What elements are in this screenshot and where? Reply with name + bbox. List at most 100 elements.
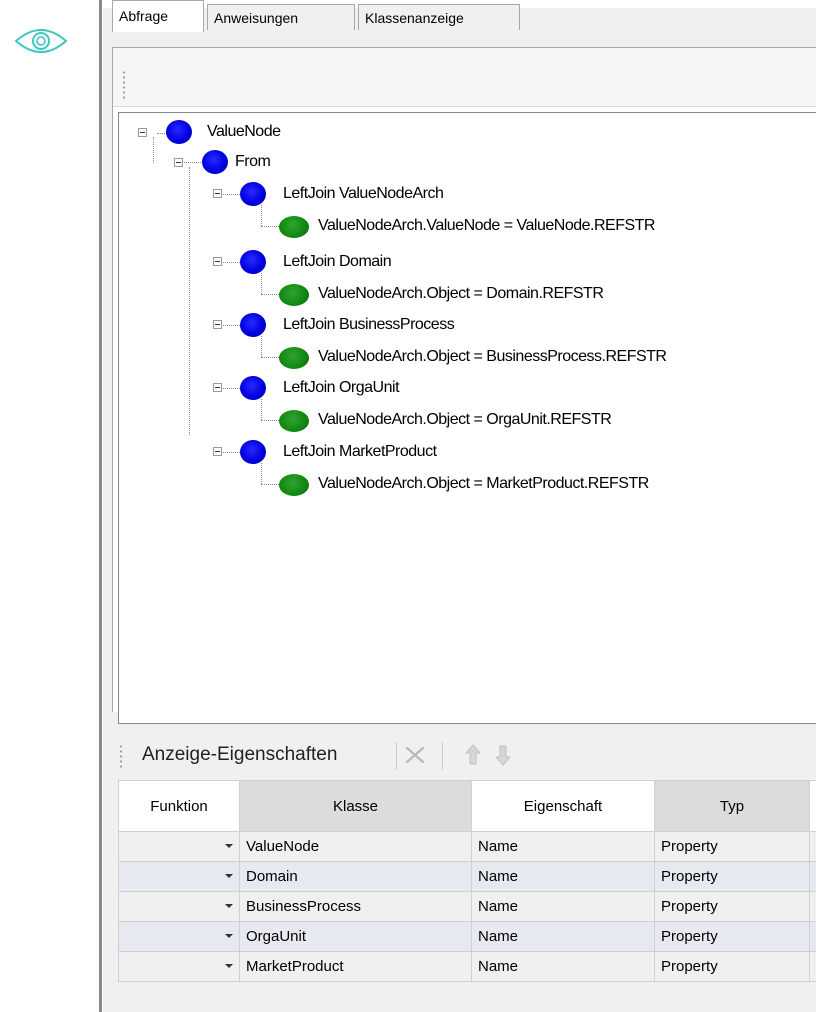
node-icon-blue [240, 313, 266, 337]
cell-klasse[interactable]: MarketProduct [239, 951, 472, 982]
cell-filler [809, 891, 816, 922]
cell-filler [809, 861, 816, 892]
funktion-dropdown[interactable] [118, 861, 240, 892]
cell-typ[interactable]: Property [654, 951, 810, 982]
cell-typ[interactable]: Property [654, 891, 810, 922]
cell-filler [809, 951, 816, 982]
dropdown-arrow-icon[interactable] [225, 904, 233, 908]
tree-line [261, 294, 279, 296]
tree-node-join[interactable]: LeftJoin Domain [283, 250, 392, 274]
node-icon-blue [240, 250, 266, 274]
table-row[interactable]: BusinessProcess Name Property [118, 891, 816, 922]
cell-klasse[interactable]: BusinessProcess [239, 891, 472, 922]
tree-line [261, 463, 263, 484]
tree-node-condition[interactable]: ValueNodeArch.Object = BusinessProcess.R… [318, 345, 667, 369]
tab-abfrage[interactable]: Abfrage [112, 0, 204, 32]
cell-typ[interactable]: Property [654, 921, 810, 952]
node-icon-green [279, 216, 309, 238]
toolbar-grip[interactable] [123, 70, 125, 100]
cell-klasse[interactable]: OrgaUnit [239, 921, 472, 952]
node-icon-blue [166, 120, 192, 144]
cell-filler [809, 831, 816, 862]
tree-line [261, 205, 263, 226]
tree-node-root[interactable]: ValueNode [207, 120, 281, 144]
delete-icon[interactable] [400, 740, 430, 770]
collapse-toggle[interactable] [213, 320, 222, 329]
tree-node-condition[interactable]: ValueNodeArch.ValueNode = ValueNode.REFS… [318, 214, 655, 238]
splitter[interactable] [112, 724, 816, 732]
tree-line [261, 420, 279, 422]
cell-eigenschaft[interactable]: Name [471, 921, 655, 952]
collapse-toggle[interactable] [213, 447, 222, 456]
collapse-toggle[interactable] [213, 257, 222, 266]
tree-line [261, 399, 263, 420]
tree-line [261, 273, 263, 294]
column-header-filler [809, 780, 816, 832]
funktion-dropdown[interactable] [118, 831, 240, 862]
node-icon-green [279, 410, 309, 432]
cell-filler [809, 921, 816, 952]
move-up-icon[interactable] [458, 740, 488, 770]
tree-node-join[interactable]: LeftJoin BusinessProcess [283, 313, 455, 337]
table-row[interactable]: MarketProduct Name Property [118, 951, 816, 982]
tree-node-join[interactable]: LeftJoin ValueNodeArch [283, 182, 444, 206]
tab-klassenanzeige[interactable]: Klassenanzeige [358, 4, 520, 30]
move-down-icon[interactable] [488, 740, 518, 770]
dropdown-arrow-icon[interactable] [225, 844, 233, 848]
toolbar-separator [442, 742, 443, 770]
node-icon-blue [202, 150, 228, 174]
properties-grid: Funktion Klasse Eigenschaft Typ ValueNod… [118, 780, 816, 982]
column-header-klasse[interactable]: Klasse [239, 780, 472, 832]
toolbar-separator [396, 742, 397, 770]
tab-anweisungen[interactable]: Anweisungen [207, 4, 355, 30]
eye-icon[interactable] [12, 22, 70, 60]
node-icon-green [279, 474, 309, 496]
cell-typ[interactable]: Property [654, 831, 810, 862]
node-icon-blue [240, 440, 266, 464]
column-header-typ[interactable]: Typ [654, 780, 810, 832]
table-row[interactable]: ValueNode Name Property [118, 831, 816, 862]
tree-line [261, 484, 279, 486]
collapse-toggle[interactable] [138, 128, 147, 137]
funktion-dropdown[interactable] [118, 951, 240, 982]
funktion-dropdown[interactable] [118, 921, 240, 952]
collapse-toggle[interactable] [174, 158, 183, 167]
cell-eigenschaft[interactable]: Name [471, 831, 655, 862]
node-icon-green [279, 284, 309, 306]
column-header-eigenschaft[interactable]: Eigenschaft [471, 780, 655, 832]
query-tree[interactable]: ValueNode From LeftJoin ValueNodeArch Va… [118, 112, 816, 724]
column-header-funktion[interactable]: Funktion [118, 780, 240, 832]
collapse-toggle[interactable] [213, 383, 222, 392]
tree-line [153, 137, 155, 163]
toolbar-grip[interactable] [120, 744, 122, 768]
funktion-dropdown[interactable] [118, 891, 240, 922]
tree-node-condition[interactable]: ValueNodeArch.Object = Domain.REFSTR [318, 282, 604, 306]
dropdown-arrow-icon[interactable] [225, 874, 233, 878]
table-row[interactable]: OrgaUnit Name Property [118, 921, 816, 952]
dropdown-arrow-icon[interactable] [225, 964, 233, 968]
tree-node-join[interactable]: LeftJoin OrgaUnit [283, 376, 400, 400]
tree-line [261, 357, 279, 359]
query-toolbar [113, 48, 816, 107]
collapse-toggle[interactable] [213, 189, 222, 198]
dropdown-arrow-icon[interactable] [225, 934, 233, 938]
table-row[interactable]: Domain Name Property [118, 861, 816, 892]
node-icon-blue [240, 182, 266, 206]
tree-line [261, 226, 279, 228]
window-border [99, 0, 102, 1012]
tree-node-join[interactable]: LeftJoin MarketProduct [283, 440, 437, 464]
cell-klasse[interactable]: ValueNode [239, 831, 472, 862]
tree-line [261, 336, 263, 357]
cell-eigenschaft[interactable]: Name [471, 861, 655, 892]
grid-header-row: Funktion Klasse Eigenschaft Typ [118, 780, 816, 832]
cell-eigenschaft[interactable]: Name [471, 891, 655, 922]
tree-line [189, 167, 191, 435]
tree-node-condition[interactable]: ValueNodeArch.Object = MarketProduct.REF… [318, 472, 649, 496]
cell-typ[interactable]: Property [654, 861, 810, 892]
node-icon-green [279, 347, 309, 369]
properties-toolbar: Anzeige-Eigenschaften [112, 734, 816, 778]
cell-eigenschaft[interactable]: Name [471, 951, 655, 982]
tree-node-from[interactable]: From [235, 150, 271, 174]
cell-klasse[interactable]: Domain [239, 861, 472, 892]
tree-node-condition[interactable]: ValueNodeArch.Object = OrgaUnit.REFSTR [318, 408, 612, 432]
